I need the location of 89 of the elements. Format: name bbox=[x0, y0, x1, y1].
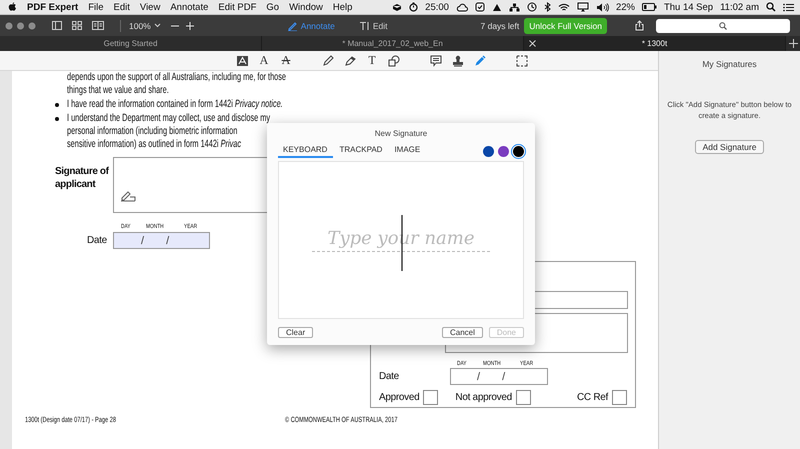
timer-icon[interactable] bbox=[409, 2, 418, 12]
text-tool[interactable]: T bbox=[361, 52, 383, 68]
text-cursor-icon bbox=[358, 20, 369, 30]
dialog-title: New Signature bbox=[374, 129, 428, 138]
paragraph-line: I have read the information contained in form 1442i Privacy notice. bbox=[67, 98, 283, 111]
signature-label: Signature of applicant bbox=[55, 165, 110, 191]
search-icon[interactable] bbox=[766, 2, 776, 12]
sidebar-icon[interactable] bbox=[52, 21, 62, 30]
display-icon[interactable] bbox=[576, 2, 589, 12]
menu-time[interactable]: 11:02 am bbox=[720, 2, 759, 12]
edit-mode-button[interactable]: Edit bbox=[350, 20, 396, 30]
date-field[interactable]: / / bbox=[450, 368, 548, 385]
apple-icon bbox=[8, 2, 17, 12]
eraser-icon[interactable] bbox=[344, 54, 356, 66]
pen-icon bbox=[286, 20, 297, 30]
date-separator: / bbox=[166, 234, 170, 246]
checkbox[interactable] bbox=[516, 390, 531, 405]
checkbox-label: Not approved bbox=[455, 392, 512, 403]
selection-icon[interactable] bbox=[516, 54, 528, 66]
clock-icon[interactable] bbox=[526, 2, 537, 12]
checkbox[interactable] bbox=[423, 390, 438, 405]
date-label: Date bbox=[379, 371, 400, 382]
wifi-icon[interactable] bbox=[558, 2, 570, 12]
battery-percent: 22% bbox=[616, 2, 635, 12]
menu-item[interactable]: File bbox=[88, 2, 104, 12]
speaker-icon[interactable] bbox=[596, 2, 609, 12]
document-tab[interactable]: * 1300t bbox=[524, 36, 786, 51]
text-tool[interactable]: A bbox=[253, 52, 275, 68]
paragraph-line: things that we value and share. bbox=[67, 84, 169, 97]
highlight-icon[interactable] bbox=[236, 54, 248, 66]
date-separator: / bbox=[141, 234, 144, 246]
window-controls-icon[interactable] bbox=[5, 22, 36, 30]
color-swatch[interactable] bbox=[513, 146, 524, 156]
comment-icon[interactable] bbox=[430, 54, 442, 66]
paragraph-line: personal information (including biometric information bbox=[67, 125, 238, 138]
date-separator: / bbox=[477, 370, 480, 382]
grid-icon[interactable] bbox=[72, 21, 82, 30]
cancel-button[interactable]: Cancel bbox=[442, 327, 483, 338]
date-field[interactable]: / / bbox=[113, 232, 210, 249]
plus-icon[interactable] bbox=[788, 39, 798, 48]
menu-item[interactable]: Edit bbox=[114, 2, 130, 12]
color-swatch[interactable] bbox=[498, 146, 509, 156]
bluetooth-icon[interactable] bbox=[544, 2, 551, 12]
strikethrough-tool[interactable]: A bbox=[275, 52, 297, 68]
stamp-icon[interactable] bbox=[452, 54, 464, 66]
checkbox[interactable] bbox=[612, 390, 627, 405]
zoom-in-icon[interactable] bbox=[186, 22, 194, 30]
search-field[interactable] bbox=[656, 18, 790, 32]
pencil-icon[interactable] bbox=[322, 54, 334, 66]
signature-tab[interactable]: IMAGE bbox=[389, 144, 426, 158]
zoom-menu[interactable]: 100% bbox=[129, 20, 161, 30]
menu-date[interactable]: Thu 14 Sep bbox=[664, 2, 714, 12]
network-icon[interactable] bbox=[508, 2, 520, 12]
pen-icon[interactable] bbox=[474, 54, 486, 66]
triangle-icon[interactable] bbox=[492, 2, 502, 12]
color-swatch[interactable] bbox=[483, 146, 494, 156]
search-icon bbox=[719, 22, 728, 30]
signature-tab[interactable]: TRACKPAD bbox=[334, 144, 388, 158]
timer-text: 25:00 bbox=[425, 2, 449, 12]
paragraph-line: I understand the Department may collect, use and disclose my bbox=[67, 112, 270, 125]
cloud-icon[interactable] bbox=[456, 2, 468, 12]
paragraph-line: sensitive information) as outlined in form 1442i Privac bbox=[67, 138, 242, 151]
trial-text: 7 days left bbox=[480, 20, 520, 30]
menu-item[interactable]: Go bbox=[266, 2, 280, 12]
menu-item[interactable]: Annotate bbox=[170, 2, 208, 12]
chevron-icon bbox=[154, 23, 161, 28]
menu-item[interactable]: View bbox=[140, 2, 160, 12]
sidebar-title: My Signatures bbox=[702, 59, 757, 69]
clear-button[interactable]: Clear bbox=[278, 327, 314, 338]
share-icon[interactable] bbox=[635, 20, 644, 31]
date-separator: / bbox=[502, 370, 506, 382]
signature-pen-icon bbox=[120, 190, 136, 202]
checkbox-label: Approved bbox=[379, 392, 420, 403]
menu-item[interactable]: Window bbox=[289, 2, 323, 12]
app-menu[interactable]: PDF Expert bbox=[27, 2, 78, 12]
menu-item[interactable]: Edit PDF bbox=[218, 2, 256, 12]
paragraph-line: depends upon the support of all Australians, including me, for those bbox=[67, 71, 286, 84]
signature-tab[interactable]: KEYBOARD bbox=[278, 144, 334, 158]
checkmark-icon[interactable] bbox=[474, 2, 485, 12]
box-icon[interactable] bbox=[392, 2, 402, 12]
close-icon[interactable] bbox=[529, 40, 536, 47]
date-label: Date bbox=[87, 235, 108, 246]
shapes-icon[interactable] bbox=[388, 54, 400, 66]
menu-item[interactable]: Help bbox=[332, 2, 352, 12]
checkbox-label: CC Ref bbox=[577, 392, 608, 403]
two-page-icon[interactable] bbox=[92, 21, 104, 30]
battery-icon[interactable] bbox=[642, 3, 657, 11]
list-icon[interactable] bbox=[783, 2, 794, 12]
add-signature-button[interactable]: Add Signature bbox=[694, 140, 764, 154]
